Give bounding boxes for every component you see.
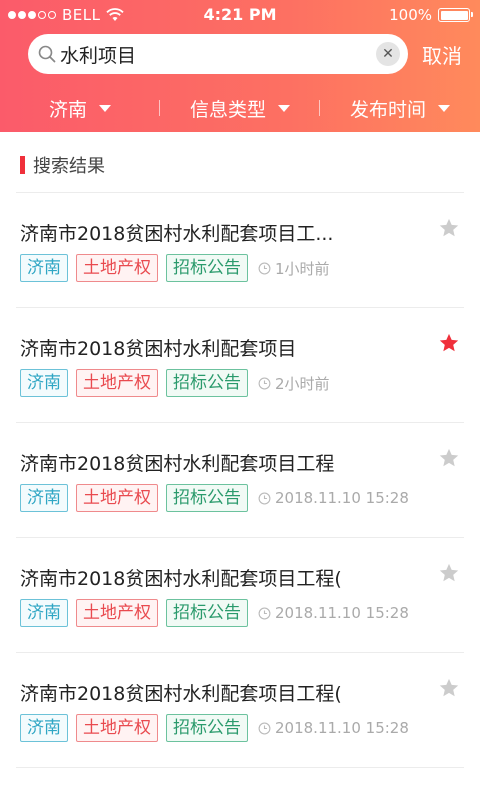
tag-city: 济南 (20, 599, 68, 627)
result-title: 济南市2018贫困村水利配套项目工程( (20, 683, 342, 705)
tag-city: 济南 (20, 254, 68, 282)
tag-category: 招标公告 (166, 484, 248, 512)
result-time: 2小时前 (258, 373, 330, 394)
clock-icon (258, 492, 271, 504)
section-header: 搜索结果 (20, 152, 105, 178)
tag-list: 济南 土地产权 招标公告 2018.11.10 15:28 (20, 714, 409, 742)
result-title: 济南市2018贫困村水利配套项目工程 (20, 453, 335, 475)
star-icon[interactable] (438, 332, 460, 354)
result-title: 济南市2018贫困村水利配套项目 (20, 338, 297, 360)
star-icon[interactable] (438, 217, 460, 239)
filter-city[interactable]: 济南 (0, 88, 160, 128)
result-item[interactable]: 济南市2018贫困村水利配套项目工程( 济南 土地产权 招标公告 2018.11.10 … (16, 653, 464, 768)
tag-city: 济南 (20, 484, 68, 512)
filter-label: 济南 (48, 98, 87, 121)
search-icon (38, 45, 56, 63)
search-box[interactable]: ✕ (28, 34, 408, 74)
filter-label: 信息类型 (189, 98, 266, 121)
section-marker (20, 156, 25, 174)
tag-city: 济南 (20, 369, 68, 397)
result-item[interactable]: 济南市2018贫困村水利配套项目工程济南 土地产权 招标公告 2018.11.10 1… (16, 423, 464, 538)
tag-list: 济南 土地产权 招标公告 1小时前 (20, 254, 330, 282)
tag-list: 济南 土地产权 招标公告 2小时前 (20, 369, 330, 397)
battery-percent: 100% (389, 6, 432, 24)
clock-icon (258, 262, 271, 274)
result-time-text: 2018.11.10 15:28 (275, 604, 409, 622)
tag-type: 土地产权 (76, 714, 158, 742)
result-time: 1小时前 (258, 258, 330, 279)
result-time-text: 2小时前 (275, 374, 330, 393)
result-title: 济南市2018贫困村水利配套项目工... (20, 223, 334, 245)
result-item[interactable]: 济南市2018贫困村水利配套项目济南 土地产权 招标公告 2小时前 (16, 308, 464, 423)
tag-city: 济南 (20, 714, 68, 742)
result-time-text: 2018.11.10 15:28 (275, 489, 409, 507)
cancel-button[interactable]: 取消 (422, 40, 462, 69)
result-time: 2018.11.10 15:28 (258, 719, 409, 737)
tag-type: 土地产权 (76, 599, 158, 627)
status-right: 100% (389, 6, 473, 24)
search-row: ✕ 取消 (28, 34, 468, 74)
header: BELL 4:21 PM 100% ✕ 取消 济南 (0, 0, 480, 132)
battery-icon (438, 8, 473, 22)
clock-icon (258, 722, 271, 734)
clock-icon (258, 377, 271, 389)
star-icon[interactable] (438, 562, 460, 584)
result-item[interactable]: 济南市2018贫困村水利配套项目工程( 济南 土地产权 招标公告 2018.11.10 … (16, 538, 464, 653)
tag-type: 土地产权 (76, 369, 158, 397)
filter-publish-time[interactable]: 发布时间 (320, 88, 480, 128)
tag-list: 济南 土地产权 招标公告 2018.11.10 15:28 (20, 484, 409, 512)
status-bar: BELL 4:21 PM 100% (0, 0, 480, 30)
result-item[interactable]: 济南市2018贫困村水利配套项目工... 济南 土地产权 招标公告 1小时前 (16, 193, 464, 308)
filter-label: 发布时间 (349, 98, 426, 121)
section-title: 搜索结果 (33, 156, 105, 177)
chevron-down-icon (438, 104, 450, 112)
chevron-down-icon (99, 104, 111, 112)
tag-category: 招标公告 (166, 599, 248, 627)
result-time-text: 2018.11.10 15:28 (275, 719, 409, 737)
filter-info-type[interactable]: 信息类型 (160, 88, 320, 128)
result-time: 2018.11.10 15:28 (258, 489, 409, 507)
tag-type: 土地产权 (76, 484, 158, 512)
tag-category: 招标公告 (166, 369, 248, 397)
clear-icon[interactable]: ✕ (376, 42, 400, 66)
result-time: 2018.11.10 15:28 (258, 604, 409, 622)
star-icon[interactable] (438, 677, 460, 699)
tag-category: 招标公告 (166, 254, 248, 282)
chevron-down-icon (278, 104, 290, 112)
tag-type: 土地产权 (76, 254, 158, 282)
search-input[interactable] (60, 34, 360, 74)
result-time-text: 1小时前 (275, 259, 330, 278)
result-title: 济南市2018贫困村水利配套项目工程( (20, 568, 342, 590)
clock-icon (258, 607, 271, 619)
tag-list: 济南 土地产权 招标公告 2018.11.10 15:28 (20, 599, 409, 627)
star-icon[interactable] (438, 447, 460, 469)
filter-bar: 济南 信息类型 发布时间 (0, 88, 480, 128)
tag-category: 招标公告 (166, 714, 248, 742)
